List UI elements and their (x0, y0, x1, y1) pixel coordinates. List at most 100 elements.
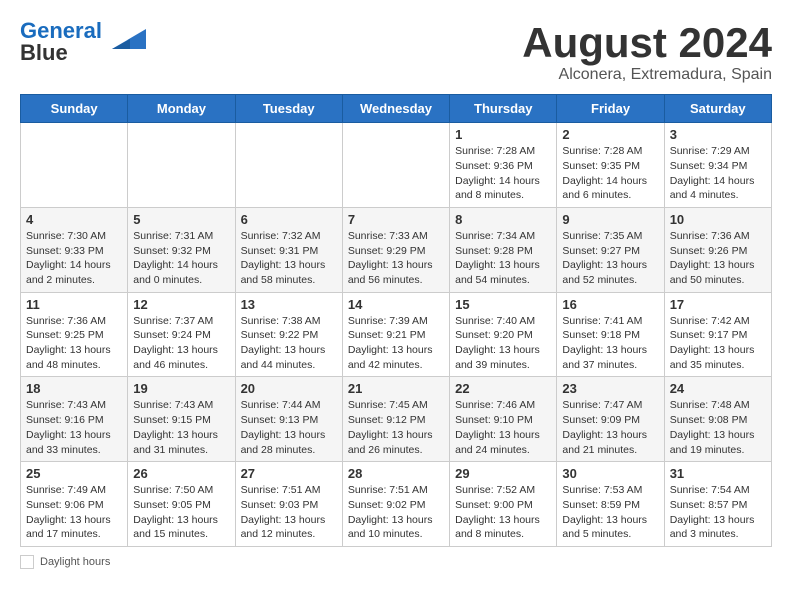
calendar-day-header: Tuesday (235, 95, 342, 123)
day-info: Sunrise: 7:41 AM Sunset: 9:18 PM Dayligh… (562, 314, 658, 373)
day-info: Sunrise: 7:38 AM Sunset: 9:22 PM Dayligh… (241, 314, 337, 373)
day-number: 13 (241, 297, 337, 312)
day-info: Sunrise: 7:49 AM Sunset: 9:06 PM Dayligh… (26, 483, 122, 542)
day-info: Sunrise: 7:34 AM Sunset: 9:28 PM Dayligh… (455, 229, 551, 288)
day-info: Sunrise: 7:29 AM Sunset: 9:34 PM Dayligh… (670, 144, 766, 203)
day-number: 26 (133, 466, 229, 481)
day-info: Sunrise: 7:36 AM Sunset: 9:26 PM Dayligh… (670, 229, 766, 288)
calendar-week-row: 25Sunrise: 7:49 AM Sunset: 9:06 PM Dayli… (21, 462, 772, 547)
day-number: 29 (455, 466, 551, 481)
day-number: 16 (562, 297, 658, 312)
day-number: 9 (562, 212, 658, 227)
day-number: 17 (670, 297, 766, 312)
day-info: Sunrise: 7:45 AM Sunset: 9:12 PM Dayligh… (348, 398, 444, 457)
calendar-cell: 18Sunrise: 7:43 AM Sunset: 9:16 PM Dayli… (21, 377, 128, 462)
day-info: Sunrise: 7:42 AM Sunset: 9:17 PM Dayligh… (670, 314, 766, 373)
day-number: 15 (455, 297, 551, 312)
calendar-cell (342, 123, 449, 208)
calendar-cell: 27 Sunrise: 7:51 AM Sunset: 9:03 PM Dayli… (235, 462, 342, 547)
day-number: 21 (348, 381, 444, 396)
calendar-cell (128, 123, 235, 208)
calendar-header-row: SundayMondayTuesdayWednesdayThursdayFrid… (21, 95, 772, 123)
calendar-table: SundayMondayTuesdayWednesdayThursdayFrid… (20, 94, 772, 547)
calendar-cell: 3 Sunrise: 7:29 AM Sunset: 9:34 PM Daylig… (664, 123, 771, 208)
calendar-day-header: Friday (557, 95, 664, 123)
day-number: 22 (455, 381, 551, 396)
day-number: 18 (26, 381, 122, 396)
day-info: Sunrise: 7:43 AM Sunset: 9:15 PM Dayligh… (133, 398, 229, 457)
day-info: Sunrise: 7:39 AM Sunset: 9:21 PM Dayligh… (348, 314, 444, 373)
calendar-cell: 7Sunrise: 7:33 AM Sunset: 9:29 PM Daylig… (342, 207, 449, 292)
calendar-footer: Daylight hours (20, 555, 772, 569)
calendar-cell: 10Sunrise: 7:36 AM Sunset: 9:26 PM Dayli… (664, 207, 771, 292)
day-info: Sunrise: 7:47 AM Sunset: 9:09 PM Dayligh… (562, 398, 658, 457)
day-number: 30 (562, 466, 658, 481)
calendar-week-row: 4 Sunrise: 7:30 AM Sunset: 9:33 PM Daylig… (21, 207, 772, 292)
day-info: Sunrise: 7:28 AM Sunset: 9:35 PM Dayligh… (562, 144, 658, 203)
day-info: Sunrise: 7:30 AM Sunset: 9:33 PM Dayligh… (26, 229, 122, 288)
calendar-week-row: 18Sunrise: 7:43 AM Sunset: 9:16 PM Dayli… (21, 377, 772, 462)
day-info: Sunrise: 7:51 AM Sunset: 9:03 PM Dayligh… (241, 483, 337, 542)
calendar-cell: 5Sunrise: 7:31 AM Sunset: 9:32 PM Daylig… (128, 207, 235, 292)
day-number: 19 (133, 381, 229, 396)
logo-text: GeneralBlue (20, 20, 102, 64)
calendar-cell: 25Sunrise: 7:49 AM Sunset: 9:06 PM Dayli… (21, 462, 128, 547)
day-info: Sunrise: 7:48 AM Sunset: 9:08 PM Dayligh… (670, 398, 766, 457)
day-number: 2 (562, 127, 658, 142)
calendar-day-header: Sunday (21, 95, 128, 123)
day-number: 3 (670, 127, 766, 142)
logo-icon (108, 21, 146, 53)
logo: GeneralBlue (20, 20, 146, 64)
daylight-legend-box (20, 555, 34, 569)
day-number: 8 (455, 212, 551, 227)
day-info: Sunrise: 7:40 AM Sunset: 9:20 PM Dayligh… (455, 314, 551, 373)
calendar-week-row: 11Sunrise: 7:36 AM Sunset: 9:25 PM Dayli… (21, 292, 772, 377)
calendar-day-header: Thursday (450, 95, 557, 123)
day-info: Sunrise: 7:50 AM Sunset: 9:05 PM Dayligh… (133, 483, 229, 542)
calendar-cell: 20 Sunrise: 7:44 AM Sunset: 9:13 PM Dayli… (235, 377, 342, 462)
calendar-cell: 8 Sunrise: 7:34 AM Sunset: 9:28 PM Daylig… (450, 207, 557, 292)
day-number: 6 (241, 212, 337, 227)
day-number: 20 (241, 381, 337, 396)
calendar-cell: 13 Sunrise: 7:38 AM Sunset: 9:22 PM Dayli… (235, 292, 342, 377)
calendar-cell: 26 Sunrise: 7:50 AM Sunset: 9:05 PM Dayli… (128, 462, 235, 547)
day-number: 31 (670, 466, 766, 481)
calendar-cell: 17 Sunrise: 7:42 AM Sunset: 9:17 PM Dayli… (664, 292, 771, 377)
day-number: 5 (133, 212, 229, 227)
calendar-cell: 4 Sunrise: 7:30 AM Sunset: 9:33 PM Daylig… (21, 207, 128, 292)
day-info: Sunrise: 7:37 AM Sunset: 9:24 PM Dayligh… (133, 314, 229, 373)
day-info: Sunrise: 7:32 AM Sunset: 9:31 PM Dayligh… (241, 229, 337, 288)
calendar-cell: 1Sunrise: 7:28 AM Sunset: 9:36 PM Daylig… (450, 123, 557, 208)
day-info: Sunrise: 7:33 AM Sunset: 9:29 PM Dayligh… (348, 229, 444, 288)
main-title: August 2024 (522, 20, 772, 66)
calendar-cell (21, 123, 128, 208)
day-info: Sunrise: 7:51 AM Sunset: 9:02 PM Dayligh… (348, 483, 444, 542)
calendar-cell: 31 Sunrise: 7:54 AM Sunset: 8:57 PM Dayli… (664, 462, 771, 547)
day-number: 12 (133, 297, 229, 312)
calendar-cell: 21 Sunrise: 7:45 AM Sunset: 9:12 PM Dayli… (342, 377, 449, 462)
day-number: 23 (562, 381, 658, 396)
daylight-label: Daylight hours (40, 556, 110, 568)
calendar-cell (235, 123, 342, 208)
calendar-cell: 11Sunrise: 7:36 AM Sunset: 9:25 PM Dayli… (21, 292, 128, 377)
calendar-cell: 15 Sunrise: 7:40 AM Sunset: 9:20 PM Dayli… (450, 292, 557, 377)
calendar-cell: 6 Sunrise: 7:32 AM Sunset: 9:31 PM Daylig… (235, 207, 342, 292)
calendar-week-row: 1Sunrise: 7:28 AM Sunset: 9:36 PM Daylig… (21, 123, 772, 208)
calendar-cell: 16 Sunrise: 7:41 AM Sunset: 9:18 PM Dayli… (557, 292, 664, 377)
sub-title: Alconera, Extremadura, Spain (522, 66, 772, 84)
day-number: 14 (348, 297, 444, 312)
day-info: Sunrise: 7:54 AM Sunset: 8:57 PM Dayligh… (670, 483, 766, 542)
day-info: Sunrise: 7:36 AM Sunset: 9:25 PM Dayligh… (26, 314, 122, 373)
calendar-cell: 2 Sunrise: 7:28 AM Sunset: 9:35 PM Daylig… (557, 123, 664, 208)
calendar-day-header: Saturday (664, 95, 771, 123)
calendar-day-header: Wednesday (342, 95, 449, 123)
day-number: 28 (348, 466, 444, 481)
calendar-body: 1Sunrise: 7:28 AM Sunset: 9:36 PM Daylig… (21, 123, 772, 547)
page-header: GeneralBlue August 2024 Alconera, Extrem… (20, 20, 772, 84)
day-number: 27 (241, 466, 337, 481)
day-info: Sunrise: 7:44 AM Sunset: 9:13 PM Dayligh… (241, 398, 337, 457)
day-number: 4 (26, 212, 122, 227)
calendar-cell: 12 Sunrise: 7:37 AM Sunset: 9:24 PM Dayli… (128, 292, 235, 377)
calendar-cell: 30Sunrise: 7:53 AM Sunset: 8:59 PM Dayli… (557, 462, 664, 547)
day-number: 24 (670, 381, 766, 396)
